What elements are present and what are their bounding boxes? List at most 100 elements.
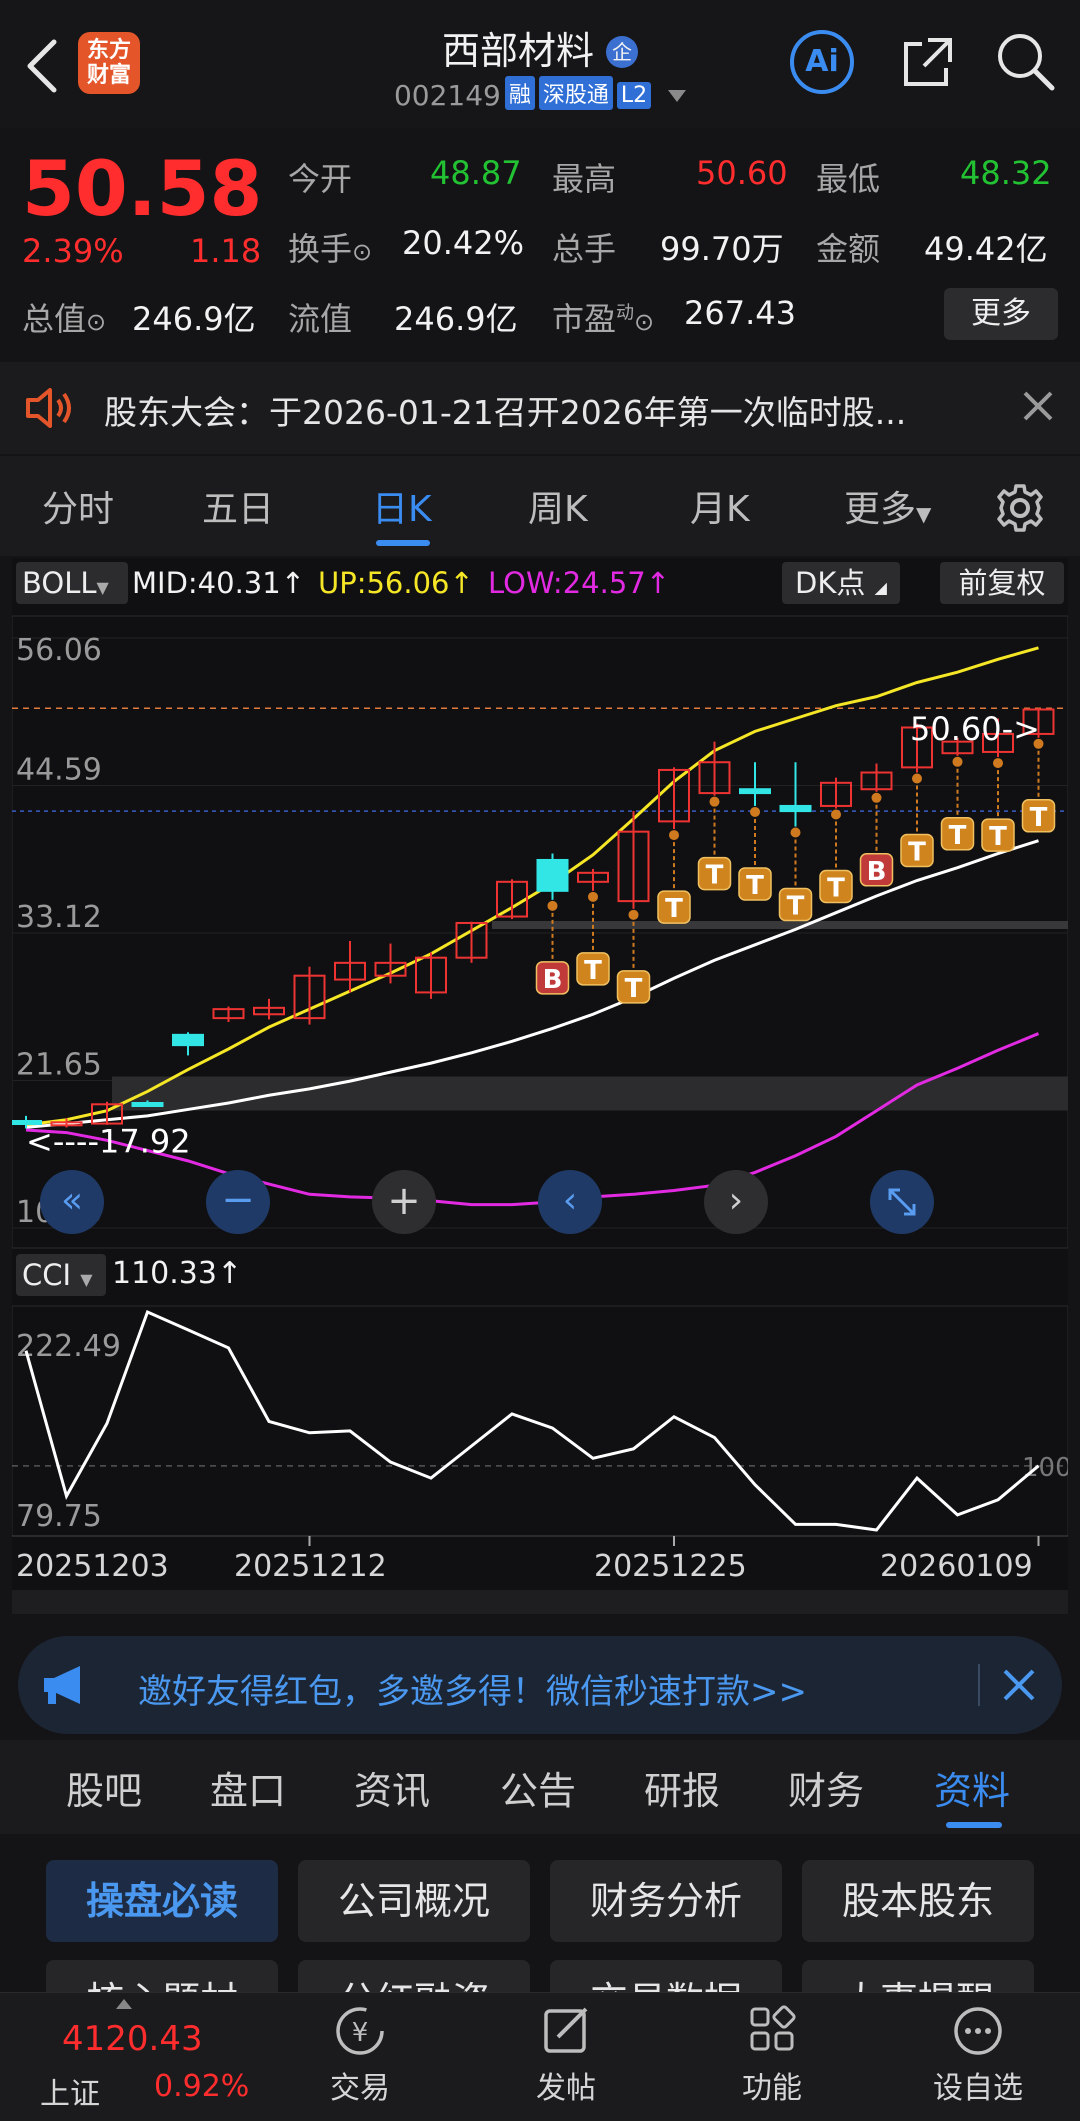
tab-profile[interactable]: 资料 [934, 1760, 1010, 1815]
promo-banner[interactable]: 邀好友得红包，多邀多得！微信秒速打款>> [18, 1636, 1062, 1734]
nav-watchlist[interactable]: 设自选 [918, 2003, 1038, 2107]
button-trading-guide[interactable]: 操盘必读 [46, 1860, 278, 1942]
gear-icon[interactable] [994, 482, 1046, 538]
amount-label: 金额 [816, 230, 881, 268]
signal-dot [750, 806, 760, 817]
kline-chart[interactable]: BOLL▼ MID:40.31↑ UP:56.06↑ LOW:24.57↑ DK… [12, 558, 1068, 1614]
cci-right-tick: 100 [1022, 1453, 1068, 1483]
promo-text: 邀好友得红包，多邀多得！微信秒速打款>> [138, 1672, 807, 1712]
tab-five-day[interactable]: 五日 [202, 480, 274, 532]
turnover-label: 换手⊙ [288, 230, 373, 268]
svg-text:¥: ¥ [352, 2018, 369, 2048]
pe-label: 市盈动⊙ [552, 300, 655, 338]
signal-label: T [827, 874, 845, 904]
float-value: 246.9亿 [394, 300, 518, 338]
nav-post[interactable]: 发帖 [506, 2003, 626, 2107]
x-tick-label: 20251203 [16, 1549, 169, 1584]
signal-dot [790, 827, 801, 838]
index-name: 上证 [40, 2077, 100, 2112]
button-dividends[interactable]: 分红融资 [298, 1960, 530, 1994]
signal-dot [871, 792, 882, 803]
zoom-out-button[interactable]: − [206, 1170, 270, 1234]
button-company-overview[interactable]: 公司概况 [298, 1860, 530, 1942]
mktcap-label: 总值⊙ [22, 300, 107, 338]
signal-label: B [867, 857, 887, 887]
triangle-down-icon: ▼ [916, 502, 932, 526]
signal-dot [669, 830, 679, 841]
margin-tag: 融 [504, 76, 535, 110]
float-label: 流值 [288, 300, 353, 338]
tab-more[interactable]: 更多▼ [844, 480, 931, 532]
info-icon: ⊙ [634, 308, 655, 336]
cci-tick-label: 79.75 [16, 1499, 102, 1534]
button-trade-data[interactable]: 交易数据 [550, 1960, 782, 1994]
cci-line [24, 1309, 1040, 1532]
nav-trade[interactable]: ¥ 交易 [300, 2003, 420, 2107]
signal-label: T [1030, 803, 1048, 833]
tab-pankou[interactable]: 盘口 [210, 1760, 286, 1815]
l2-tag: L2 [616, 82, 652, 109]
button-core-themes[interactable]: 核心题材 [46, 1960, 278, 1994]
volume-value: 99.70万 [660, 230, 784, 268]
nav-functions-label: 功能 [742, 2071, 802, 2106]
button-financial-analysis[interactable]: 财务分析 [550, 1860, 782, 1942]
x-tick-label: 20260109 [880, 1549, 1033, 1584]
signal-label: T [989, 822, 1007, 852]
signal-label: T [625, 974, 643, 1004]
tab-finance[interactable]: 财务 [788, 1760, 864, 1815]
edit-icon [544, 2007, 588, 2053]
y-tick-label: 56.06 [16, 633, 102, 668]
y-tick-label: 21.65 [16, 1048, 102, 1083]
close-icon[interactable] [1002, 1668, 1036, 1706]
scroll-left-button[interactable]: ‹ [538, 1170, 602, 1234]
high-marker: 50.60-> [910, 710, 1040, 748]
signal-label: T [706, 861, 724, 891]
signal-label: T [908, 838, 926, 868]
index-ticker[interactable]: 4120.43 上证 0.92% [0, 1993, 270, 2121]
signal-dot [628, 909, 639, 920]
high-value: 50.60 [696, 154, 788, 192]
stock-code: 002149 [393, 79, 501, 112]
dropdown-arrow-icon[interactable] [668, 90, 687, 102]
volume-label: 总手 [552, 230, 617, 268]
nav-functions[interactable]: 功能 [712, 2003, 832, 2107]
index-change: 0.92% [154, 2069, 250, 2104]
speaker-icon [24, 386, 76, 434]
tab-intraday[interactable]: 分时 [42, 480, 114, 532]
scroll-right-button[interactable]: › [704, 1170, 768, 1234]
bottom-nav: 4120.43 上证 0.92% ¥ 交易 发帖 功能 设自选 [0, 1992, 1080, 2121]
tab-daily-k[interactable]: 日K [372, 480, 432, 532]
tab-guba[interactable]: 股吧 [66, 1760, 142, 1815]
tab-research[interactable]: 研报 [644, 1760, 720, 1815]
scroll-start-button[interactable]: « [40, 1170, 104, 1234]
cci-selector[interactable]: CCI ▼ [16, 1254, 106, 1296]
button-events[interactable]: 大事提醒 [802, 1960, 1034, 1994]
button-shareholders[interactable]: 股本股东 [802, 1860, 1034, 1942]
tab-weekly-k[interactable]: 周K [528, 480, 588, 532]
candle-body [172, 1033, 204, 1047]
tab-news[interactable]: 资讯 [354, 1760, 430, 1815]
connect-tag: 深股通 [538, 76, 613, 110]
close-icon[interactable] [1022, 390, 1054, 426]
yen-cycle-icon: ¥ [336, 2007, 384, 2055]
tab-announcements[interactable]: 公告 [500, 1760, 576, 1815]
nav-post-label: 发帖 [536, 2071, 596, 2106]
low-label: 最低 [816, 160, 881, 198]
tab-monthly-k[interactable]: 月K [690, 480, 750, 532]
notice-bar[interactable]: 股东大会：于2026-01-21召开2026年第一次临时股... [0, 362, 1080, 454]
open-label: 今开 [288, 160, 353, 198]
share-icon[interactable] [898, 32, 958, 96]
fullscreen-icon[interactable] [870, 1170, 934, 1234]
change-amount: 1.18 [190, 232, 262, 270]
more-dots-icon [954, 2007, 1002, 2055]
cci-value: 110.33↑ [112, 1256, 243, 1291]
top-bar: 东方 财富 西部材料 企 002149 融深股通 L2 Ai [0, 0, 1080, 128]
megaphone-icon [40, 1664, 92, 1710]
notice-text: 股东大会：于2026-01-21召开2026年第一次临时股... [104, 393, 907, 432]
kline-tabs: 分时 五日 日K 周K 月K 更多▼ [0, 456, 1080, 556]
y-tick-label: 33.12 [16, 900, 102, 935]
zoom-in-button[interactable]: + [372, 1170, 436, 1234]
search-icon[interactable] [994, 30, 1056, 96]
more-button[interactable]: 更多 [944, 288, 1058, 340]
ai-icon[interactable]: Ai [790, 30, 854, 94]
